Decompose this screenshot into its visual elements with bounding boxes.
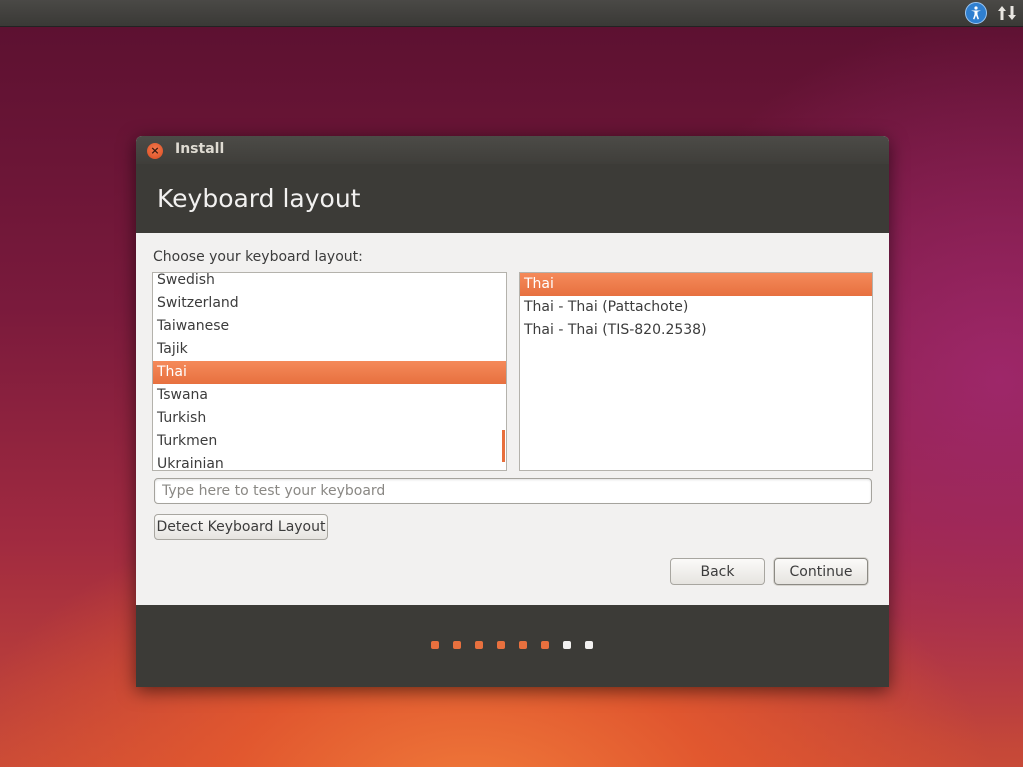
layout-language-item[interactable]: Tajik bbox=[153, 338, 506, 361]
layout-language-item[interactable]: Turkish bbox=[153, 407, 506, 430]
choose-layout-label: Choose your keyboard layout: bbox=[153, 249, 363, 265]
progress-dot bbox=[497, 641, 505, 649]
back-button[interactable]: Back bbox=[670, 558, 765, 585]
layout-language-item[interactable]: Swedish bbox=[153, 273, 506, 292]
progress-dot bbox=[453, 641, 461, 649]
scrollbar-thumb[interactable] bbox=[502, 430, 505, 462]
progress-dot bbox=[563, 641, 571, 649]
close-button[interactable]: × bbox=[147, 143, 163, 159]
layout-language-item[interactable]: Ukrainian bbox=[153, 453, 506, 470]
layout-variant-item[interactable]: Thai - Thai (Pattachote) bbox=[520, 296, 872, 319]
continue-button[interactable]: Continue bbox=[774, 558, 868, 585]
progress-dot bbox=[585, 641, 593, 649]
layout-variant-item[interactable]: Thai - Thai (TIS-820.2538) bbox=[520, 319, 872, 342]
layout-language-item[interactable]: Tswana bbox=[153, 384, 506, 407]
progress-dot bbox=[431, 641, 439, 649]
layout-language-item[interactable]: Thai bbox=[153, 361, 506, 384]
layout-variant-list[interactable]: Thai Thai - Thai (Pattachote) Thai - Thai … bbox=[519, 272, 873, 471]
layout-language-item[interactable]: Turkmen bbox=[153, 430, 506, 453]
installer-window: × Install Keyboard layout Choose your ke… bbox=[136, 136, 889, 687]
progress-dot bbox=[519, 641, 527, 649]
keyboard-test-input[interactable] bbox=[154, 478, 872, 504]
title-bar: × Install bbox=[136, 136, 889, 164]
layout-language-item[interactable]: Taiwanese bbox=[153, 315, 506, 338]
progress-footer bbox=[136, 605, 889, 687]
layout-language-list[interactable]: Swedish Switzerland Taiwanese Tajik Thai Tswa… bbox=[152, 272, 507, 471]
close-icon: × bbox=[150, 144, 160, 157]
layout-variant-item[interactable]: Thai bbox=[520, 273, 872, 296]
detect-keyboard-layout-button[interactable]: Detect Keyboard Layout bbox=[154, 514, 328, 540]
top-panel bbox=[0, 0, 1023, 27]
page-header: Keyboard layout bbox=[136, 164, 889, 233]
network-icon[interactable] bbox=[997, 4, 1017, 22]
page-title: Keyboard layout bbox=[157, 184, 361, 213]
progress-dot bbox=[541, 641, 549, 649]
layout-language-item[interactable]: Switzerland bbox=[153, 292, 506, 315]
accessibility-icon[interactable] bbox=[965, 2, 987, 24]
window-title: Install bbox=[175, 141, 225, 157]
progress-dot bbox=[475, 641, 483, 649]
